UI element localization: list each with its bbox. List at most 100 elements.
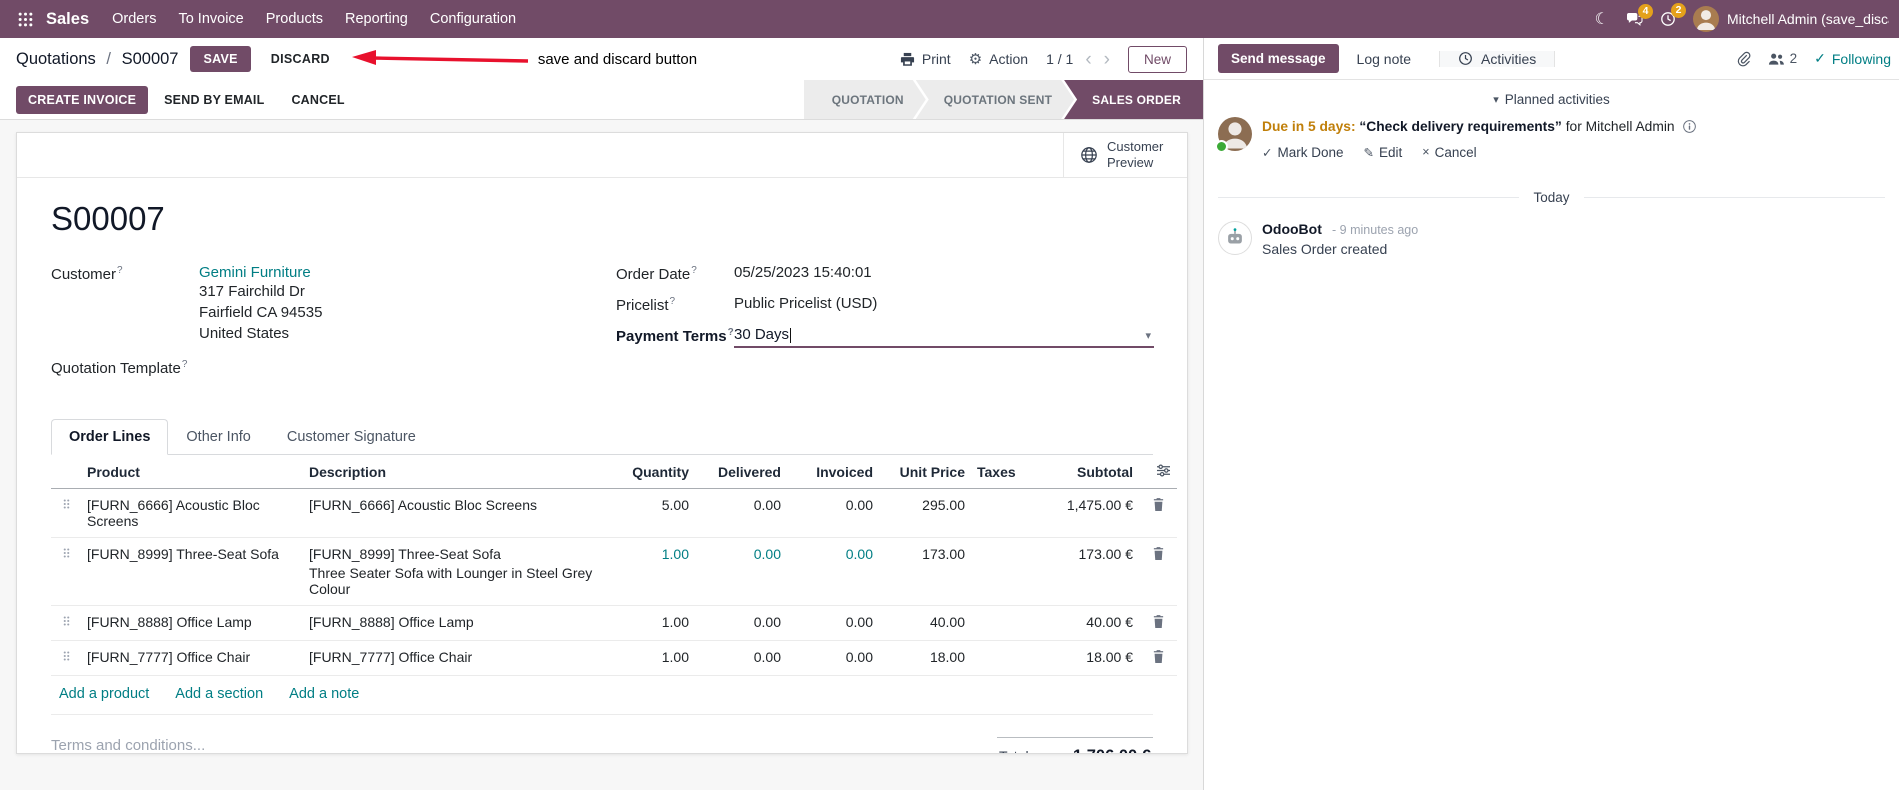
cell-delivered[interactable]: 0.00 [695, 605, 787, 641]
delete-row-icon[interactable] [1139, 537, 1177, 606]
message-author[interactable]: OdooBot [1262, 221, 1322, 237]
cell-invoiced[interactable]: 0.00 [787, 605, 879, 641]
stage-quotation[interactable]: QUOTATION [804, 80, 926, 119]
terms-placeholder[interactable]: Terms and conditions... [51, 737, 205, 753]
cell-unit-price[interactable]: 173.00 [879, 537, 971, 606]
info-icon[interactable] [1683, 120, 1697, 136]
pager-previous-icon[interactable]: ‹ [1085, 50, 1091, 69]
cell-description[interactable]: [FURN_8999] Three-Seat Sofa Three Seater… [303, 537, 603, 606]
help-marker: ? [691, 265, 697, 276]
cell-product[interactable]: [FURN_7777] Office Chair [81, 640, 303, 676]
attachment-paperclip-icon[interactable] [1735, 51, 1751, 67]
col-quantity: Quantity [603, 455, 695, 489]
tab-order-lines[interactable]: Order Lines [51, 419, 169, 455]
add-note-link[interactable]: Add a note [289, 686, 359, 702]
pricelist-field: Pricelist? Public Pricelist (USD) [616, 295, 1154, 314]
customer-value: Gemini Furniture 317 Fairchild Dr Fairfi… [199, 264, 322, 344]
send-by-email-button[interactable]: SEND BY EMAIL [153, 86, 275, 114]
menu-to-invoice[interactable]: To Invoice [167, 0, 254, 38]
drag-handle-icon[interactable] [51, 640, 81, 676]
pricelist-value[interactable]: Public Pricelist (USD) [734, 295, 877, 312]
cell-product[interactable]: [FURN_6666] Acoustic Bloc Screens [81, 488, 303, 538]
edit-activity-button[interactable]: ✎ Edit [1364, 145, 1403, 160]
save-button[interactable]: SAVE [190, 46, 251, 72]
cell-description[interactable]: [FURN_6666] Acoustic Bloc Screens [303, 488, 603, 538]
cell-quantity[interactable]: 1.00 [603, 605, 695, 641]
cell-delivered[interactable]: 0.00 [695, 488, 787, 538]
cell-delivered[interactable]: 0.00 [695, 640, 787, 676]
stage-quotation-sent[interactable]: QUOTATION SENT [916, 80, 1074, 119]
cell-product[interactable]: [FURN_8999] Three-Seat Sofa [81, 537, 303, 606]
pager-next-icon[interactable]: › [1104, 50, 1110, 69]
drag-handle-icon[interactable] [51, 488, 81, 538]
log-note-button[interactable]: Log note [1349, 44, 1420, 74]
print-button[interactable]: Print [900, 51, 951, 67]
cell-invoiced[interactable]: 0.00 [787, 640, 879, 676]
cell-taxes[interactable] [971, 488, 1031, 538]
send-message-button[interactable]: Send message [1218, 44, 1339, 73]
breadcrumb-area: Quotations / S00007 SAVE DISCARD save an… [16, 46, 697, 72]
delete-row-icon[interactable] [1139, 640, 1177, 676]
discard-button[interactable]: DISCARD [263, 46, 338, 72]
chevron-down-icon[interactable]: ▾ [1145, 329, 1151, 342]
optional-columns-icon[interactable] [1139, 455, 1177, 489]
description-line-2: Three Seater Sofa with Lounger in Steel … [309, 565, 593, 597]
cell-taxes[interactable] [971, 537, 1031, 606]
apps-grid-icon[interactable] [8, 0, 42, 38]
following-button[interactable]: ✓ Following [1814, 50, 1891, 67]
breadcrumb-quotations-link[interactable]: Quotations [16, 50, 96, 68]
delete-row-icon[interactable] [1139, 605, 1177, 641]
globe-icon [1081, 147, 1097, 163]
cell-quantity[interactable]: 1.00 [603, 537, 695, 606]
stage-sales-order[interactable]: SALES ORDER [1064, 80, 1203, 119]
add-product-link[interactable]: Add a product [59, 686, 149, 702]
customer-link[interactable]: Gemini Furniture [199, 264, 311, 281]
activity-clock-icon[interactable]: 2 [1660, 3, 1686, 27]
cell-taxes[interactable] [971, 605, 1031, 641]
followers-button[interactable]: 2 [1768, 51, 1797, 66]
dark-mode-moon-icon[interactable]: ☾ [1595, 9, 1609, 29]
online-activity-badge [1215, 140, 1228, 153]
message-timestamp: - 9 minutes ago [1332, 222, 1419, 237]
tab-other-info[interactable]: Other Info [168, 419, 268, 455]
cell-quantity[interactable]: 5.00 [603, 488, 695, 538]
tab-customer-signature[interactable]: Customer Signature [269, 419, 434, 455]
breadcrumb-current: S00007 [121, 49, 179, 68]
mark-done-button[interactable]: ✓ Mark Done [1262, 145, 1344, 160]
cell-description[interactable]: [FURN_7777] Office Chair [303, 640, 603, 676]
delete-row-icon[interactable] [1139, 488, 1177, 538]
quotation-template-field[interactable]: Quotation Template? [51, 358, 616, 377]
menu-orders[interactable]: Orders [101, 0, 167, 38]
cell-unit-price[interactable]: 295.00 [879, 488, 971, 538]
cell-invoiced[interactable]: 0.00 [787, 488, 879, 538]
cell-description[interactable]: [FURN_8888] Office Lamp [303, 605, 603, 641]
order-date-label: Order Date? [616, 265, 697, 283]
cell-delivered[interactable]: 0.00 [695, 537, 787, 606]
action-button[interactable]: ⚙ Action [969, 50, 1028, 68]
cell-unit-price[interactable]: 18.00 [879, 640, 971, 676]
order-date-value[interactable]: 05/25/2023 15:40:01 [734, 264, 872, 281]
drag-handle-icon[interactable] [51, 605, 81, 641]
payment-terms-input[interactable]: 30 Days ▾ [734, 326, 1154, 348]
cell-taxes[interactable] [971, 640, 1031, 676]
cell-invoiced[interactable]: 0.00 [787, 537, 879, 606]
activity-avatar [1215, 117, 1252, 153]
add-section-link[interactable]: Add a section [175, 686, 263, 702]
new-button[interactable]: New [1127, 45, 1187, 73]
cancel-button[interactable]: CANCEL [280, 86, 355, 114]
customer-preview-button[interactable]: Customer Preview [1063, 133, 1187, 177]
messages-icon[interactable]: 4 [1626, 3, 1653, 27]
cell-quantity[interactable]: 1.00 [603, 640, 695, 676]
drag-handle-icon[interactable] [51, 537, 81, 606]
cell-unit-price[interactable]: 40.00 [879, 605, 971, 641]
cell-product[interactable]: [FURN_8888] Office Lamp [81, 605, 303, 641]
planned-activities-header[interactable]: ▾ Planned activities [1218, 92, 1885, 107]
cancel-activity-button[interactable]: × Cancel [1422, 145, 1476, 160]
menu-configuration[interactable]: Configuration [419, 0, 527, 38]
menu-products[interactable]: Products [255, 0, 334, 38]
activities-tab[interactable]: Activities [1439, 50, 1556, 67]
menu-reporting[interactable]: Reporting [334, 0, 419, 38]
app-name[interactable]: Sales [46, 10, 89, 29]
create-invoice-button[interactable]: CREATE INVOICE [16, 85, 149, 114]
user-menu[interactable]: Mitchell Admin (save_discar [1693, 6, 1889, 32]
